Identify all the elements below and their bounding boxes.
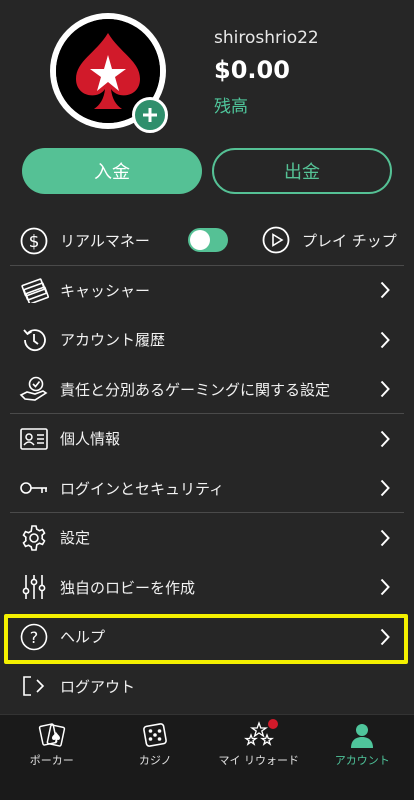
chevron-right-icon [378,528,392,548]
add-avatar-button[interactable] [132,97,168,133]
account-menu: $ リアルマネー プレイ チップ キャッシャー アカウント履歴 責任と分別あるゲ… [0,216,414,711]
menu-item-custom-lobby[interactable]: 独自のロビーを作成 [0,563,414,613]
person-icon [347,721,377,749]
responsible-gaming-icon [19,374,49,404]
menu-item-label: 個人情報 [60,430,121,449]
menu-item-label: ログアウト [60,677,136,696]
menu-item-login-security[interactable]: ログインとセキュリティ [0,464,414,513]
chevron-right-icon [378,429,392,449]
sliders-icon [19,572,49,602]
balance-amount: $0.00 [214,56,290,84]
menu-item-label: キャッシャー [60,281,151,300]
nav-label: アカウント [334,754,390,767]
menu-item-logout[interactable]: ログアウト [0,662,414,712]
chevron-right-icon [378,280,392,300]
notification-dot [267,719,278,729]
toggle-knob [190,230,210,250]
menu-item-cashier[interactable]: キャッシャー [0,266,414,316]
menu-item-personal-info[interactable]: 個人情報 [0,414,414,464]
menu-item-settings[interactable]: 設定 [0,513,414,563]
stars-icon [243,719,278,749]
nav-item-my-rewards[interactable]: マイ リウォード [207,715,311,800]
menu-item-label: 設定 [60,529,91,548]
real-money-label: リアルマネー [60,232,150,251]
account-header: shiroshrio22 $0.00 残高 入金 出金 [0,0,414,210]
dice-icon [140,721,170,749]
menu-item-label: ヘルプ [60,628,106,647]
chevron-right-icon [378,379,392,399]
svg-text:?: ? [30,628,39,647]
menu-item-label: アカウント履歴 [60,331,166,350]
dollar-icon: $ [19,226,49,256]
nav-label: ポーカー [29,754,74,767]
currency-toggle[interactable] [188,228,228,252]
chevron-right-icon [378,627,392,647]
gear-icon [19,523,49,553]
menu-item-label: 責任と分別あるゲーミングに関する設定 [60,380,331,399]
play-icon [262,226,290,254]
chevron-right-icon [378,577,392,597]
help-icon: ? [19,622,49,652]
cards-icon [37,721,67,749]
chevron-right-icon [378,478,392,498]
logout-icon [19,671,49,701]
bottom-nav: ポーカー カジノ マイ リウォード アカウント [0,714,414,800]
nav-label: カジノ [138,754,172,767]
key-icon [19,473,49,503]
nav-label: マイ リウォード [218,754,300,767]
cash-icon [19,275,49,305]
nav-item-account[interactable]: アカウント [311,715,414,800]
currency-row: $ リアルマネー プレイ チップ [0,216,414,266]
menu-item-label: ログインとセキュリティ [60,479,225,498]
svg-text:$: $ [29,232,40,252]
menu-item-label: 独自のロビーを作成 [60,578,196,597]
menu-item-help[interactable]: ? ヘルプ [0,612,414,662]
balance-label: 残高 [214,97,248,117]
menu-item-responsible-gaming[interactable]: 責任と分別あるゲーミングに関する設定 [0,365,414,414]
chevron-right-icon [378,330,392,350]
username: shiroshrio22 [214,28,319,48]
withdraw-button[interactable]: 出金 [212,148,392,194]
play-chips-label[interactable]: プレイ チップ [302,230,397,251]
plus-icon [143,108,157,122]
deposit-button[interactable]: 入金 [22,148,202,194]
menu-item-account-history[interactable]: アカウント履歴 [0,315,414,365]
id-card-icon [19,424,49,454]
history-icon [19,325,49,355]
nav-item-casino[interactable]: カジノ [104,715,208,800]
nav-item-poker[interactable]: ポーカー [0,715,104,800]
